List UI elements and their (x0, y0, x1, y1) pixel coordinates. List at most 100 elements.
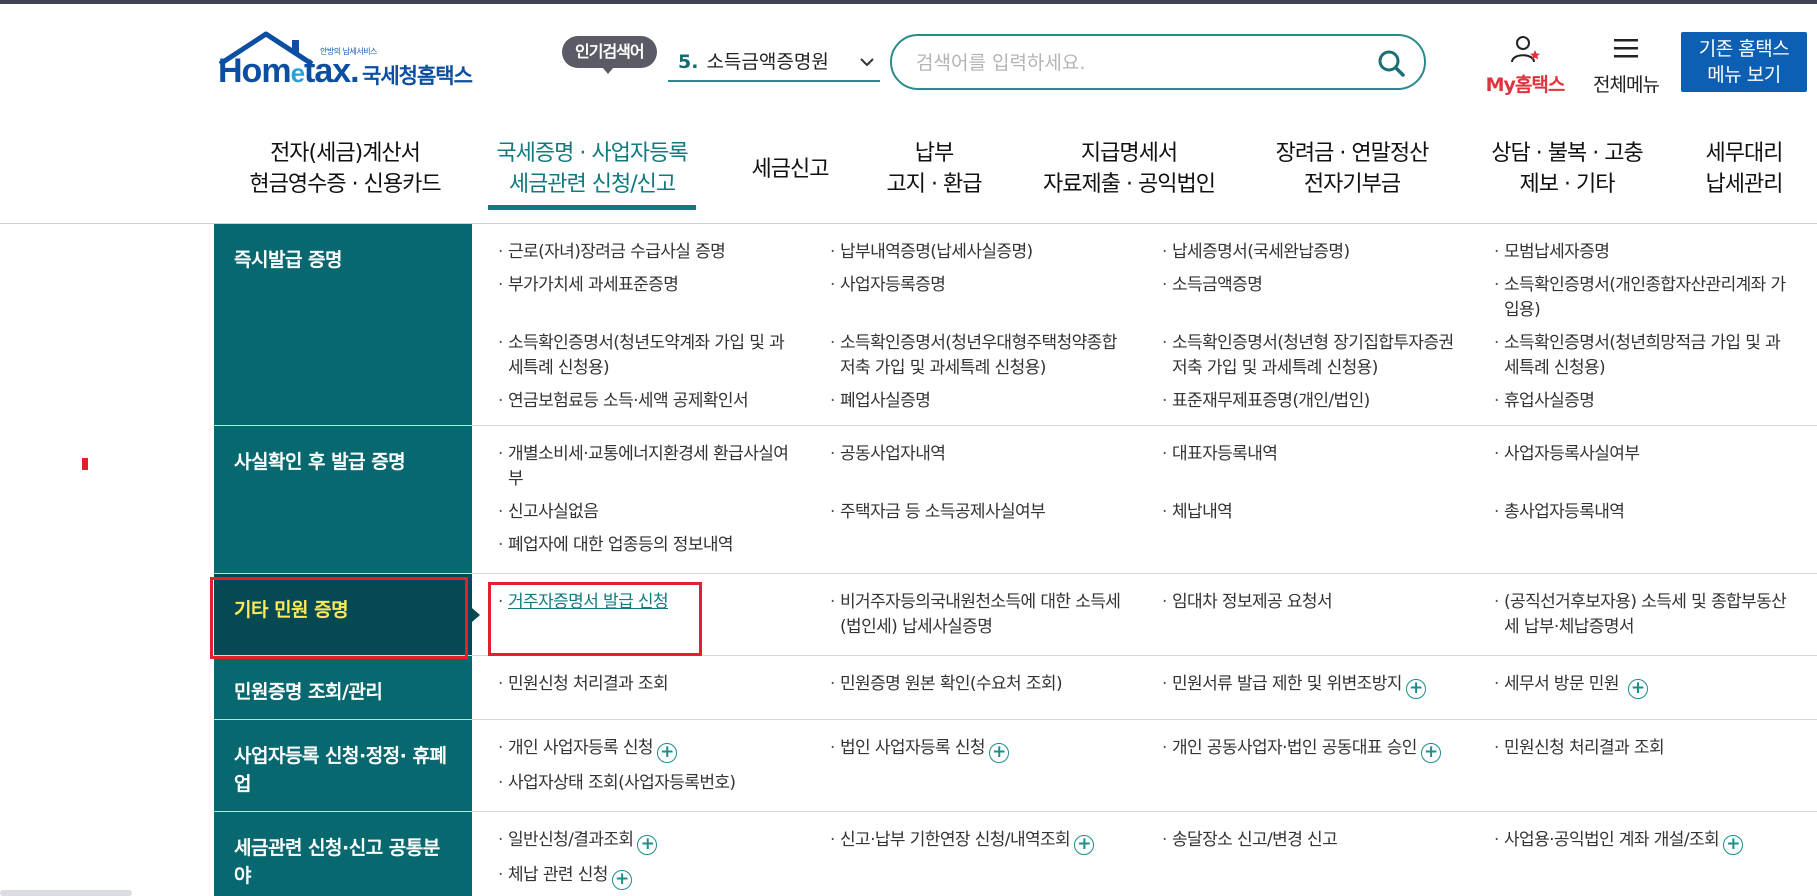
category-label[interactable]: 민원증명 조회/관리 (214, 656, 472, 719)
menu-link[interactable]: 공동사업자내역 (804, 442, 1136, 492)
menu-link[interactable]: 민원증명 원본 확인(수요처 조회) (804, 672, 1136, 699)
link-grid: 개인 사업자등록 신청+ 법인 사업자등록 신청+ 개인 공동사업자·법인 공동… (472, 720, 1817, 806)
link-grid: 민원신청 처리결과 조회 민원증명 원본 확인(수요처 조회) 민원서류 발급 … (472, 656, 1817, 709)
menu-link[interactable]: 송달장소 신고/변경 신고 (1136, 828, 1468, 855)
my-hometax-button[interactable]: My홈택스 (1480, 34, 1570, 97)
menu-link[interactable]: 소득금액증명 (1136, 273, 1468, 323)
menu-link[interactable]: 사업용·공익법인 계좌 개설/조회+ (1468, 828, 1806, 855)
category-label[interactable]: 즉시발급 증명 (214, 224, 472, 425)
menu-link[interactable]: 개인 사업자등록 신청+ (472, 736, 804, 763)
menu-link[interactable]: 사업자상태 조회(사업자등록번호) (472, 771, 804, 796)
menu-link-text: 법인 사업자등록 신청 (840, 738, 986, 758)
menu-link[interactable]: 민원신청 처리결과 조회 (472, 672, 804, 699)
menu-link-text: 세무서 방문 민원 (1504, 674, 1619, 694)
gnb-line2: 자료제출 · 공익법인 (1043, 172, 1216, 197)
menu-link[interactable]: 총사업자등록내역 (1468, 500, 1806, 525)
menu-link[interactable]: 주택자금 등 소득공제사실여부 (804, 500, 1136, 525)
link-grid: 개별소비세·교통에너지환경세 환급사실여부 공동사업자내역 대표자등록내역 사업… (472, 426, 1817, 568)
menu-link[interactable]: 소득확인증명서(개인종합자산관리계좌 가입용) (1468, 273, 1806, 323)
menu-link[interactable]: 폐업사실증명 (804, 389, 1136, 414)
category-label[interactable]: 기타 민원 증명 (214, 574, 480, 655)
gnb-item-payment[interactable]: 납부고지 · 환급 (876, 138, 992, 200)
menu-link[interactable]: 폐업자에 대한 업종등의 정보내역 (472, 533, 804, 558)
category-label[interactable]: 사실확인 후 발급 증명 (214, 426, 472, 573)
gnb-line2: 고지 · 환급 (886, 172, 983, 197)
gnb-item-certificate[interactable]: 국세증명 · 사업자등록 세금관련 신청/신고 (488, 138, 696, 210)
menu-link[interactable]: 체납내역 (1136, 500, 1468, 525)
hamburger-icon (1614, 39, 1638, 58)
all-menu-button[interactable]: 전체메뉴 (1586, 34, 1666, 97)
gnb-line1: 상담 · 불복 · 고충 (1491, 141, 1643, 166)
expand-plus-icon[interactable]: + (1420, 743, 1441, 763)
expand-plus-icon[interactable]: + (988, 743, 1009, 763)
gnb-item-tax-agent[interactable]: 세무대리 납세관리 (1694, 138, 1794, 200)
gnb-item-consult[interactable]: 상담 · 불복 · 고충 제보 · 기타 (1484, 138, 1650, 200)
menu-link[interactable]: 표준재무제표증명(개인/법인) (1136, 389, 1468, 414)
menu-link[interactable]: 임대차 정보제공 요청서 (1136, 590, 1468, 640)
menu-link[interactable]: 체납 관련 신청+ (472, 863, 804, 890)
expand-plus-icon[interactable]: + (1074, 835, 1095, 855)
user-star-icon (1511, 36, 1540, 63)
menu-row-other-certificate: 기타 민원 증명 거주자증명서 발급 신청 비거주자등의국내원천소득에 대한 소… (214, 574, 1817, 656)
search-icon[interactable] (1376, 48, 1406, 78)
gnb-line1: 세금신고 (751, 157, 830, 182)
category-label[interactable]: 사업자등록 신청·정정· 휴폐업 (214, 720, 472, 811)
expand-plus-icon[interactable]: + (611, 870, 632, 890)
menu-link[interactable]: 신고사실없음 (472, 500, 804, 525)
menu-link-text: 일반신청/결과조회 (508, 830, 634, 850)
popular-term: 소득금액증명원 (706, 51, 829, 73)
menu-link[interactable]: 법인 사업자등록 신청+ (804, 736, 1136, 763)
menu-link[interactable]: 소득확인증명서(청년도약계좌 가입 및 과세특례 신청용) (472, 331, 804, 381)
menu-link[interactable]: 민원서류 발급 제한 및 위변조방지+ (1136, 672, 1468, 699)
menu-link[interactable]: 모범납세자증명 (1468, 240, 1806, 265)
menu-link[interactable]: 납세증명서(국세완납증명) (1136, 240, 1468, 265)
gnb-line1: 납부 (914, 141, 954, 166)
search-box (890, 34, 1426, 90)
menu-link[interactable]: 민원신청 처리결과 조회 (1468, 736, 1806, 763)
submenu-panel: 즉시발급 증명 근로(자녀)장려금 수급사실 증명 납부내역증명(납세사실증명)… (214, 224, 1817, 896)
menu-link[interactable]: 근로(자녀)장려금 수급사실 증명 (472, 240, 804, 265)
menu-link[interactable]: 세무서 방문 민원 + (1468, 672, 1806, 699)
annotation-mark (82, 458, 88, 470)
menu-link[interactable]: 납부내역증명(납세사실증명) (804, 240, 1136, 265)
menu-link[interactable]: 소득확인증명서(청년우대형주택청약종합저축 가입 및 과세특례 신청용) (804, 331, 1136, 381)
menu-link[interactable]: 신고·납부 기한연장 신청/내역조회+ (804, 828, 1136, 855)
expand-plus-icon[interactable]: + (656, 743, 677, 763)
gnb-item-payment-statement[interactable]: 지급명세서자료제출 · 공익법인 (1036, 138, 1222, 200)
expand-plus-icon[interactable]: + (1627, 679, 1648, 699)
expand-plus-icon[interactable]: + (637, 835, 658, 855)
popular-search-select[interactable]: 5. 소득금액증명원 (668, 44, 880, 82)
category-text: 기타 민원 증명 (234, 599, 349, 621)
expand-plus-icon[interactable]: + (1723, 835, 1744, 855)
active-indicator (488, 205, 696, 210)
old-hometax-menu-button[interactable]: 기존 홈택스 메뉴 보기 (1681, 32, 1807, 92)
category-label[interactable]: 세금관련 신청·신고 공통분야 (214, 812, 472, 896)
menu-link[interactable]: 소득확인증명서(청년희망적금 가입 및 과세특례 신청용) (1468, 331, 1806, 381)
menu-link[interactable]: 사업자등록증명 (804, 273, 1136, 323)
menu-link[interactable]: 대표자등록내역 (1136, 442, 1468, 492)
menu-link[interactable]: 비거주자등의국내원천소득에 대한 소득세(법인세) 납세사실증명 (804, 590, 1136, 640)
horizontal-scrollbar[interactable] (0, 890, 132, 896)
gnb-item-tax-report[interactable]: 세금신고 (740, 154, 840, 185)
gnb-line2: 현금영수증 · 신용카드 (249, 172, 441, 197)
menu-row-instant-certificate: 즉시발급 증명 근로(자녀)장려금 수급사실 증명 납부내역증명(납세사실증명)… (214, 224, 1817, 426)
expand-plus-icon[interactable]: + (1405, 679, 1426, 699)
gnb-item-e-invoice[interactable]: 전자(세금)계산서 현금영수증 · 신용카드 (240, 138, 450, 200)
gnb-line2: 세금관련 신청/신고 (508, 172, 676, 197)
gnb-item-incentive[interactable]: 장려금 · 연말정산 전자기부금 (1268, 138, 1436, 200)
global-nav: 전자(세금)계산서 현금영수증 · 신용카드 국세증명 · 사업자등록 세금관련 신… (0, 132, 1817, 224)
menu-link[interactable]: 사업자등록사실여부 (1468, 442, 1806, 492)
menu-link[interactable]: 부가가치세 과세표준증명 (472, 273, 804, 323)
menu-link[interactable]: 휴업사실증명 (1468, 389, 1806, 414)
menu-link[interactable]: 일반신청/결과조회+ (472, 828, 804, 855)
gnb-line2: 전자기부금 (1303, 172, 1401, 197)
hometax-logo[interactable]: 안방의 납세서비스 Hometax. 국세청홈택스 (214, 30, 484, 92)
menu-link[interactable]: 개별소비세·교통에너지환경세 환급사실여부 (472, 442, 804, 492)
menu-link-residence-certificate[interactable]: 거주자증명서 발급 신청 (472, 590, 804, 640)
menu-link[interactable]: 개인 공동사업자·법인 공동대표 승인+ (1136, 736, 1468, 763)
menu-link[interactable]: 소득확인증명서(청년형 장기집합투자증권저축 가입 및 과세특례 신청용) (1136, 331, 1468, 381)
menu-link[interactable]: (공직선거후보자용) 소득세 및 종합부동산세 납부·체납증명서 (1468, 590, 1806, 640)
menu-link[interactable]: 연금보험료등 소득·세액 공제확인서 (472, 389, 804, 414)
search-input[interactable] (916, 48, 1356, 78)
gnb-line1: 지급명세서 (1080, 141, 1178, 166)
